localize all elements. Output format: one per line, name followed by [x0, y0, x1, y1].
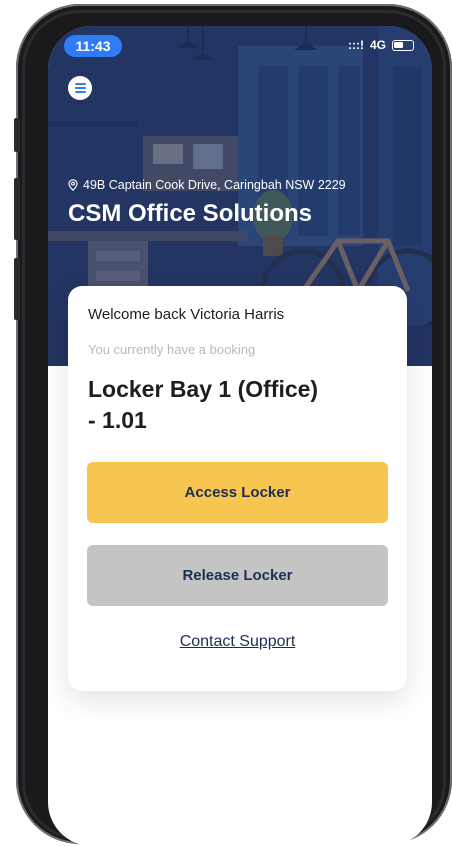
volume-up-button [14, 178, 20, 240]
release-locker-button[interactable]: Release Locker [87, 545, 388, 606]
page-title: CSM Office Solutions [68, 200, 313, 227]
volume-down-button [14, 258, 20, 320]
welcome-message: Welcome back Victoria Harris [88, 306, 285, 323]
address-text: 49B Captain Cook Drive, Caringbah NSW 22… [83, 178, 346, 192]
booking-card: Welcome back Victoria Harris You current… [68, 286, 407, 691]
locker-name-line-1: Locker Bay 1 (Office) [88, 376, 319, 402]
location-pin-icon [68, 179, 78, 191]
locker-name-line-2: - 1.01 [88, 407, 147, 433]
signal-icon: :::! [348, 38, 364, 52]
network-label: 4G [369, 38, 386, 52]
status-indicators: :::! 4G [348, 38, 414, 52]
booking-status-text: You currently have a booking [88, 342, 256, 357]
locker-name: Locker Bay 1 (Office) - 1.01 [88, 374, 378, 436]
contact-support-link[interactable]: Contact Support [68, 633, 407, 651]
battery-icon [392, 39, 414, 51]
status-time: 11:43 [64, 35, 122, 57]
location-address: 49B Captain Cook Drive, Caringbah NSW 22… [68, 178, 346, 192]
menu-button[interactable] [68, 76, 92, 100]
mute-switch [14, 118, 20, 152]
hamburger-icon [74, 81, 86, 95]
app-screen: 11:43 :::! 4G 49B Captain Cook Drive, Ca… [48, 26, 432, 846]
access-locker-button[interactable]: Access Locker [87, 462, 388, 523]
